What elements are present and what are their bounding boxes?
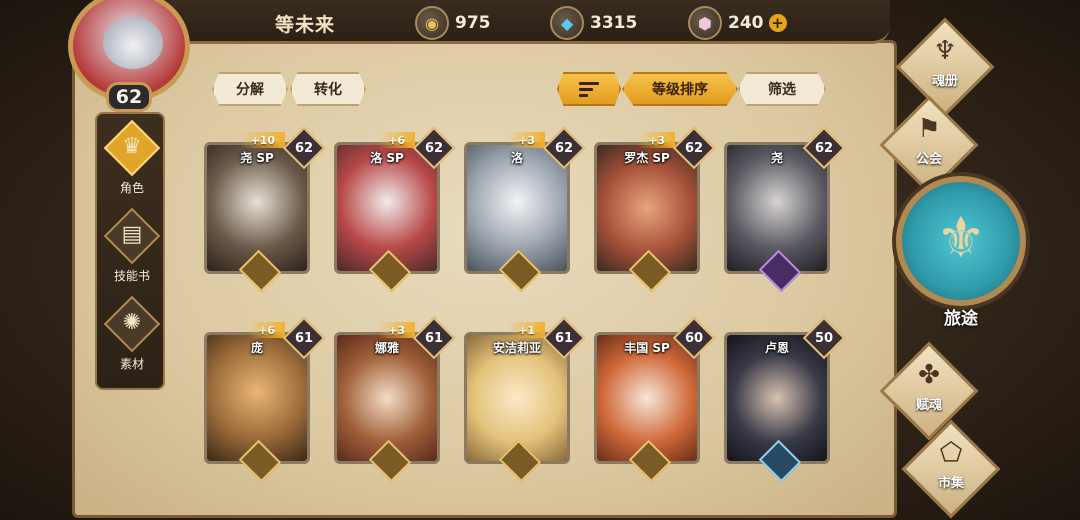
soul-book-button[interactable]: ♆ 魂册: [895, 17, 995, 117]
endow-soul-icon: ✤: [918, 360, 940, 390]
crystal-value: 3315: [590, 13, 638, 33]
journey-label: 旅途: [944, 309, 978, 329]
hero-plus-rank: +6: [248, 322, 285, 338]
hero-level: 62: [684, 140, 704, 156]
hero-level: 61: [554, 330, 574, 346]
convert-button[interactable]: 转化: [290, 72, 366, 106]
market-label: 市集: [937, 476, 964, 491]
sidenav-item-material[interactable]: ✺ 素材: [102, 295, 162, 378]
pink-gem-icon: ⬢: [688, 6, 722, 40]
hero-card[interactable]: 安洁莉亚 +1 61: [464, 316, 586, 483]
sidenav-item-skill-book[interactable]: ▤ 技能书: [102, 207, 162, 290]
hero-plus-rank: +6: [378, 132, 415, 148]
crystal-resource: ◆ 3315: [550, 6, 638, 40]
filter-button[interactable]: 筛选: [738, 72, 826, 106]
journey-button[interactable]: ⚜ 旅途: [892, 166, 1030, 338]
hero-card[interactable]: 罗杰 SP +3 62: [594, 126, 716, 293]
endow-soul-label: 赋魂: [915, 398, 942, 413]
sidenav-item-character[interactable]: ♛ 角色: [102, 119, 162, 202]
guild-icon: ⚑: [917, 114, 941, 144]
gold-coin-icon: ◉: [415, 6, 449, 40]
blue-crystal-icon: ◆: [550, 6, 584, 40]
hero-card[interactable]: 庞 +6 61: [204, 316, 326, 483]
gold-value: 975: [455, 13, 491, 33]
player-name: 等未来: [275, 14, 336, 36]
skill-book-icon: ▤: [121, 222, 143, 247]
hero-card[interactable]: 尧 SP +10 62: [204, 126, 326, 293]
sort-icon: [579, 81, 599, 97]
avatar-portrait: [103, 17, 163, 69]
hero-plus-rank: +3: [378, 322, 415, 338]
character-icon: ♛: [122, 134, 142, 159]
hero-card[interactable]: 丰国 SP 60: [594, 316, 716, 483]
hero-level: 62: [294, 140, 314, 156]
level-sort-button[interactable]: 等级排序: [622, 72, 738, 106]
hero-plus-rank: +3: [508, 132, 545, 148]
market-icon: ⬠: [939, 438, 963, 468]
hero-level: 62: [424, 140, 444, 156]
hero-level: 50: [814, 330, 834, 346]
gem-resource: ⬢ 240 +: [688, 6, 787, 40]
hero-card[interactable]: 洛 SP +6 62: [334, 126, 456, 293]
hero-plus-rank: +1: [508, 322, 545, 338]
hero-card[interactable]: 卢恩 50: [724, 316, 846, 483]
sidenav-label: 技能书: [113, 269, 150, 283]
sort-order-button[interactable]: [557, 72, 621, 106]
hero-level: 61: [424, 330, 444, 346]
sidenav-label: 角色: [119, 181, 144, 195]
hero-plus-rank: +10: [240, 132, 285, 148]
soul-book-icon: ♆: [933, 36, 957, 66]
sidenav-label: 素材: [119, 357, 144, 371]
material-icon: ✺: [122, 310, 142, 335]
hero-card[interactable]: 尧 62: [724, 126, 846, 293]
journey-emblem-icon: ⚜: [935, 206, 987, 271]
add-gem-button[interactable]: +: [768, 14, 787, 32]
gem-value: 240: [728, 13, 764, 33]
endow-soul-button[interactable]: ✤ 赋魂: [879, 341, 979, 441]
hero-card[interactable]: 洛 +3 62: [464, 126, 586, 293]
top-bar: 等未来 ◉ 975 ◆ 3315 ⬢ 240 +: [150, 0, 890, 44]
guild-label: 公会: [915, 152, 942, 167]
hero-card[interactable]: 娜雅 +3 61: [334, 316, 456, 483]
player-avatar[interactable]: 62: [62, 0, 196, 120]
gold-resource: ◉ 975: [415, 6, 491, 40]
side-nav: ♛ 角色 ▤ 技能书 ✺ 素材: [95, 112, 165, 390]
decompose-button[interactable]: 分解: [212, 72, 288, 106]
hero-level: 62: [814, 140, 834, 156]
market-button[interactable]: ⬠ 市集: [901, 419, 1001, 519]
hero-level: 60: [684, 330, 704, 346]
soul-book-label: 魂册: [931, 74, 958, 89]
hero-level: 61: [294, 330, 314, 346]
player-level-badge: 62: [106, 82, 152, 112]
button-frame: [901, 419, 1001, 519]
hero-level: 62: [554, 140, 574, 156]
hero-plus-rank: +3: [638, 132, 675, 148]
